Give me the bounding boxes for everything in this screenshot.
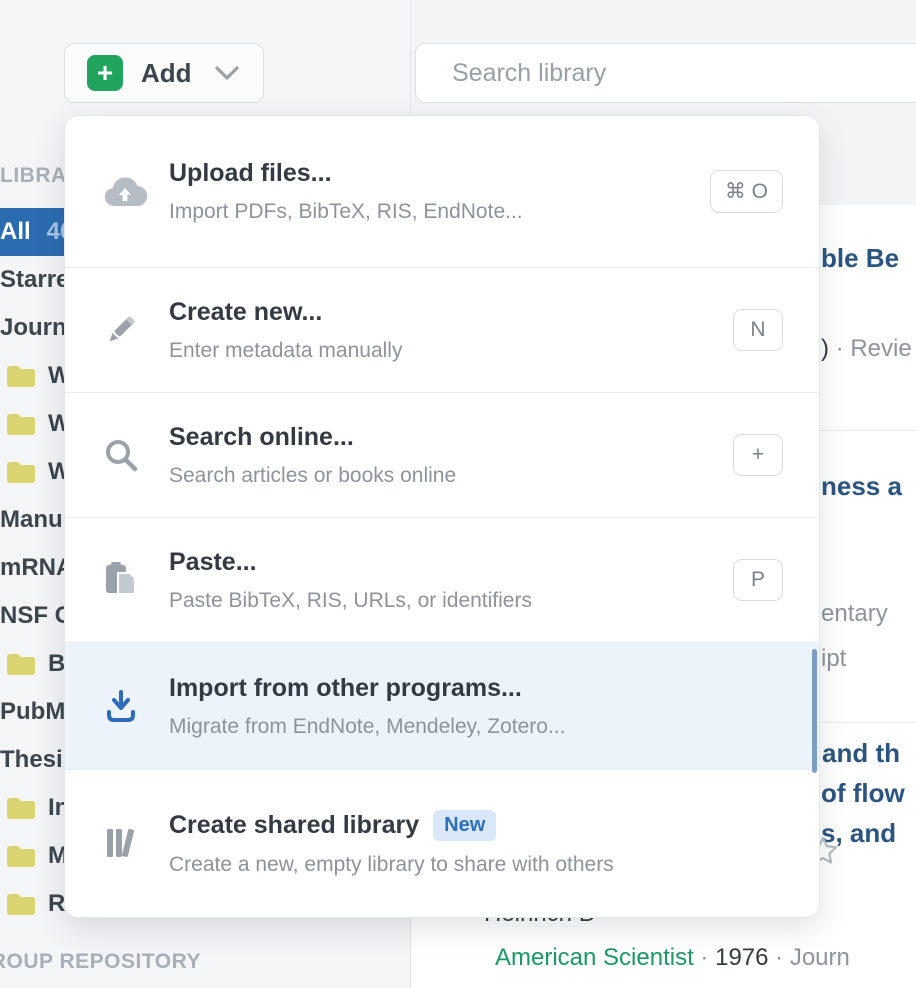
paste-clipboard-icon: [103, 561, 147, 599]
paper-title[interactable]: of flow: [821, 778, 905, 809]
paper-title[interactable]: ble Be: [821, 243, 899, 274]
add-dropdown-menu: Upload files... Import PDFs, BibTeX, RIS…: [64, 115, 820, 918]
paper-year: 1976: [715, 944, 768, 971]
folder-icon: [6, 365, 36, 387]
paper-title[interactable]: ness a: [821, 471, 902, 502]
sidebar-item-label: Manu: [0, 506, 63, 534]
add-button-label: Add: [141, 58, 192, 89]
menu-item-create-shared-library[interactable]: Create shared library New Create a new, …: [65, 770, 819, 916]
menu-item-subtitle: Paste BibTeX, RIS, URLs, or identifiers: [169, 589, 733, 613]
chevron-down-icon: [214, 65, 240, 81]
menu-item-import-from-other-programs[interactable]: Import from other programs... Migrate fr…: [65, 643, 819, 770]
sidebar-item-label: PubM: [0, 698, 65, 726]
menu-scrollbar-thumb[interactable]: [812, 649, 817, 773]
folder-icon: [6, 461, 36, 483]
menu-item-create-new[interactable]: Create new... Enter metadata manually N: [65, 268, 819, 393]
shortcut-badge: N: [733, 309, 783, 351]
paper-journal-line: American Scientist · 1976 · Journ: [495, 944, 850, 972]
menu-item-title: Paste...: [169, 548, 733, 577]
sidebar-section-group-repository: GROUP REPOSITORY: [0, 950, 201, 974]
pencil-icon: [103, 312, 147, 348]
folder-icon: [6, 893, 36, 915]
shortcut-badge: P: [733, 559, 783, 601]
shortcut-badge: ⌘ O: [710, 170, 783, 213]
sidebar-item-label: Thesi: [0, 746, 63, 774]
dot-separator: ·: [768, 944, 789, 971]
new-badge: New: [433, 810, 496, 841]
cloud-upload-icon: [103, 176, 147, 208]
folder-icon: [6, 797, 36, 819]
paper-year: ): [821, 335, 829, 362]
paper-type: · Revie: [829, 335, 912, 362]
menu-item-subtitle: Enter metadata manually: [169, 339, 733, 363]
folder-icon: [6, 413, 36, 435]
menu-item-subtitle: Migrate from EndNote, Mendeley, Zotero..…: [169, 715, 783, 739]
folder-icon: [6, 653, 36, 675]
menu-item-title: Create new...: [169, 298, 733, 327]
paper-meta: ) · Revie: [821, 335, 912, 363]
menu-item-subtitle: Create a new, empty library to share wit…: [169, 853, 783, 877]
dot-separator: ·: [700, 944, 715, 971]
search-input[interactable]: [450, 44, 874, 102]
menu-item-subtitle: Import PDFs, BibTeX, RIS, EndNote...: [169, 200, 710, 224]
search-bar: [415, 43, 916, 103]
search-icon: [103, 437, 147, 473]
menu-item-title: Upload files...: [169, 159, 710, 188]
sidebar-item-label: NSF G: [0, 602, 73, 630]
menu-item-title: Create shared library: [169, 811, 419, 840]
paper-title[interactable]: and th: [822, 738, 900, 769]
paper-meta: entary: [821, 600, 888, 628]
sidebar-item-label: All: [0, 218, 31, 246]
menu-item-paste[interactable]: Paste... Paste BibTeX, RIS, URLs, or ide…: [65, 518, 819, 643]
menu-item-title: Search online...: [169, 423, 733, 452]
sidebar-item-label: Journ: [0, 314, 67, 342]
menu-item-upload-files[interactable]: Upload files... Import PDFs, BibTeX, RIS…: [65, 116, 819, 268]
shortcut-badge: +: [733, 434, 783, 476]
download-import-icon: [103, 688, 147, 724]
plus-icon: +: [87, 55, 123, 91]
add-button[interactable]: + Add: [64, 43, 264, 103]
paper-type: Journ: [790, 944, 850, 971]
folder-icon: [6, 845, 36, 867]
paper-meta: ipt: [821, 645, 846, 673]
app-window: LIBRARY All 46 Starre Journ We We We Man…: [0, 0, 916, 988]
menu-item-title: Import from other programs...: [169, 674, 783, 703]
sidebar-item-label: mRNA: [0, 554, 73, 582]
sidebar-item-label: Starre: [0, 266, 69, 294]
library-books-icon: [103, 825, 147, 861]
menu-item-subtitle: Search articles or books online: [169, 464, 733, 488]
journal-name[interactable]: American Scientist: [495, 944, 694, 971]
menu-item-search-online[interactable]: Search online... Search articles or book…: [65, 393, 819, 518]
